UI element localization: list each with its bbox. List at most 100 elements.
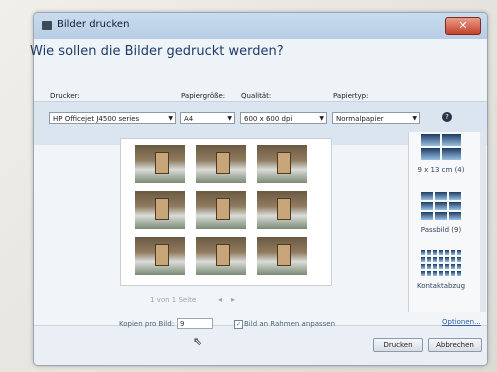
figure [216, 198, 230, 220]
next-page-button[interactable]: ▸ [231, 295, 235, 304]
thumb [421, 148, 440, 160]
figure [277, 244, 291, 266]
thumb [445, 250, 449, 255]
thumb [445, 257, 449, 262]
layout-scrollbar[interactable] [480, 132, 486, 312]
quality-label: Qualität: [241, 92, 272, 100]
thumb [433, 271, 437, 276]
cancel-button[interactable]: Abbrechen [428, 338, 482, 352]
thumb [449, 212, 461, 220]
title-bar[interactable]: Bilder drucken ✕ [34, 13, 487, 39]
thumb [421, 264, 425, 269]
thumb [451, 250, 455, 255]
printer-select[interactable]: HP Officejet J4500 series ▼ [49, 112, 176, 124]
chevron-down-icon: ▼ [227, 115, 232, 122]
figure [155, 152, 169, 174]
paper-type-select-value: Normalpapier [336, 115, 384, 123]
paper-size-select[interactable]: A4 ▼ [180, 112, 235, 124]
layout-preview-icon [421, 250, 461, 276]
thumb [427, 264, 431, 269]
thumb [457, 264, 461, 269]
thumb [442, 148, 461, 160]
quality-select[interactable]: 600 x 600 dpi ▼ [240, 112, 327, 124]
thumb [421, 250, 425, 255]
layout-option-kontaktabzug[interactable]: Kontaktabzug [410, 250, 472, 290]
thumb [457, 257, 461, 262]
thumb [442, 134, 461, 146]
layout-label: Passbild (9) [420, 226, 462, 234]
copies-stepper[interactable]: 9 [177, 318, 213, 329]
paper-type-label: Papiertyp: [333, 92, 369, 100]
printer-icon [42, 21, 52, 30]
thumb [439, 271, 443, 276]
print-button[interactable]: Drucken [373, 338, 423, 352]
layout-label: 9 x 13 cm (4) [417, 166, 465, 174]
page-indicator: 1 von 1 Seite [150, 296, 197, 304]
thumb [427, 271, 431, 276]
thumb [439, 257, 443, 262]
photo-thumbnail [257, 145, 307, 183]
photo-thumbnail [257, 191, 307, 229]
figure [216, 152, 230, 174]
layout-preview-icon [421, 134, 461, 160]
thumb [421, 202, 433, 210]
layout-label: Kontaktabzug [416, 282, 466, 290]
printer-label: Drucker: [50, 92, 80, 100]
thumb [451, 257, 455, 262]
chevron-down-icon: ▼ [412, 115, 417, 122]
quality-select-value: 600 x 600 dpi [244, 115, 293, 123]
figure [216, 244, 230, 266]
printer-select-value: HP Officejet J4500 series [53, 115, 140, 123]
figure [277, 152, 291, 174]
layout-option-passbild[interactable]: Passbild (9) [413, 192, 469, 234]
close-button[interactable]: ✕ [445, 17, 481, 35]
layout-preview-icon [421, 192, 461, 220]
thumb [421, 192, 433, 200]
chevron-down-icon: ▼ [168, 115, 173, 122]
fit-to-frame-checkbox[interactable]: ✓ [234, 320, 243, 329]
thumb [451, 264, 455, 269]
options-link[interactable]: Optionen... [442, 318, 481, 326]
figure [155, 244, 169, 266]
help-icon[interactable]: ? [442, 112, 452, 122]
copies-label: Kopien pro Bild: [119, 320, 175, 328]
paper-size-label: Papiergröße: [181, 92, 226, 100]
photo-thumbnail [196, 237, 246, 275]
thumb [433, 264, 437, 269]
thumb [457, 250, 461, 255]
thumb [449, 202, 461, 210]
thumb [421, 257, 425, 262]
thumb [433, 250, 437, 255]
fit-to-frame-label: Bild an Rahmen anpassen [244, 320, 336, 328]
mouse-pointer-icon: ⇖ [193, 335, 203, 348]
thumb [445, 264, 449, 269]
thumb [421, 134, 440, 146]
paper-size-select-value: A4 [184, 115, 194, 123]
paper-type-select[interactable]: Normalpapier ▼ [332, 112, 420, 124]
thumb [435, 192, 447, 200]
photo-thumbnail [135, 237, 185, 275]
photo-thumbnail [257, 237, 307, 275]
thumb [427, 250, 431, 255]
thumb [435, 202, 447, 210]
thumb [421, 271, 425, 276]
photo-thumbnail [196, 145, 246, 183]
window-title: Bilder drucken [57, 19, 130, 30]
figure [277, 198, 291, 220]
photo-thumbnail [135, 191, 185, 229]
thumb [439, 250, 443, 255]
thumb [421, 212, 433, 220]
thumb [439, 264, 443, 269]
thumb [433, 257, 437, 262]
thumb [449, 192, 461, 200]
previous-page-button[interactable]: ◂ [218, 295, 222, 304]
thumb [445, 271, 449, 276]
figure [155, 198, 169, 220]
thumb [427, 257, 431, 262]
photo-thumbnail [135, 145, 185, 183]
thumb [451, 271, 455, 276]
layout-option-9x13[interactable]: 9 x 13 cm (4) [413, 134, 469, 174]
chevron-down-icon: ▼ [319, 115, 324, 122]
thumb [435, 212, 447, 220]
thumb [457, 271, 461, 276]
